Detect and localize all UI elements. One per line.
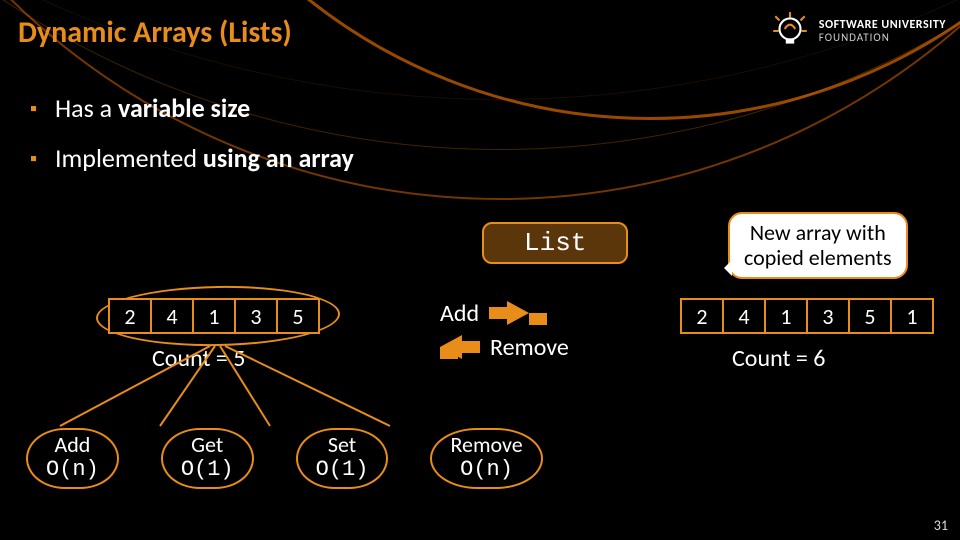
lightbulb-icon <box>769 10 811 52</box>
op-name: Add <box>54 431 90 458</box>
bullet-2: Implemented using an array <box>30 142 354 174</box>
count-after: Count = 6 <box>732 344 825 373</box>
array-cell: 5 <box>848 298 892 334</box>
op-complexity: O(n) <box>450 457 522 482</box>
array-cell: 1 <box>764 298 808 334</box>
op-name: Get <box>191 431 223 458</box>
arrow-right-icon <box>489 301 529 325</box>
bullet-1: Has a variable size <box>30 92 354 124</box>
op-complexity: O(1) <box>181 457 234 482</box>
list-type-label: List <box>482 222 628 264</box>
slide-number: 31 <box>934 517 948 534</box>
op-add: AddO(n) <box>26 428 119 489</box>
op-get: GetO(1) <box>161 428 254 489</box>
operations-row: AddO(n) GetO(1) SetO(1) RemoveO(n) <box>26 428 543 489</box>
slide-title: Dynamic Arrays (Lists) <box>18 14 292 51</box>
op-remove: RemoveO(n) <box>430 428 542 489</box>
softuni-logo: SOFTWARE UNIVERSITY FOUNDATION <box>769 10 946 52</box>
logo-text-main: SOFTWARE UNIVERSITY <box>819 19 946 32</box>
bullet-2-bold: using an array <box>203 142 354 174</box>
array-cell: 2 <box>680 298 724 334</box>
array-after: 2 4 1 3 5 1 <box>680 298 934 334</box>
op-name: Remove <box>450 431 522 458</box>
bubble-line1: New array with <box>750 219 886 246</box>
array-cell: 3 <box>806 298 850 334</box>
logo-text-sub: FOUNDATION <box>819 32 946 44</box>
bullet-1-bold: variable size <box>118 92 250 124</box>
op-set: SetO(1) <box>296 428 389 489</box>
bullet-2-text: Implemented <box>55 142 203 174</box>
remove-label: Remove <box>490 333 569 362</box>
op-complexity: O(1) <box>316 457 369 482</box>
op-name: Set <box>328 431 356 458</box>
array-cell: 1 <box>890 298 934 334</box>
bubble-line2: copied elements <box>744 244 892 271</box>
bullet-1-text: Has a <box>55 92 118 124</box>
op-complexity: O(n) <box>46 457 99 482</box>
array-cell: 4 <box>722 298 766 334</box>
bullet-list: Has a variable size Implemented using an… <box>30 92 354 192</box>
callout-bubble: New array with copied elements <box>728 212 908 279</box>
